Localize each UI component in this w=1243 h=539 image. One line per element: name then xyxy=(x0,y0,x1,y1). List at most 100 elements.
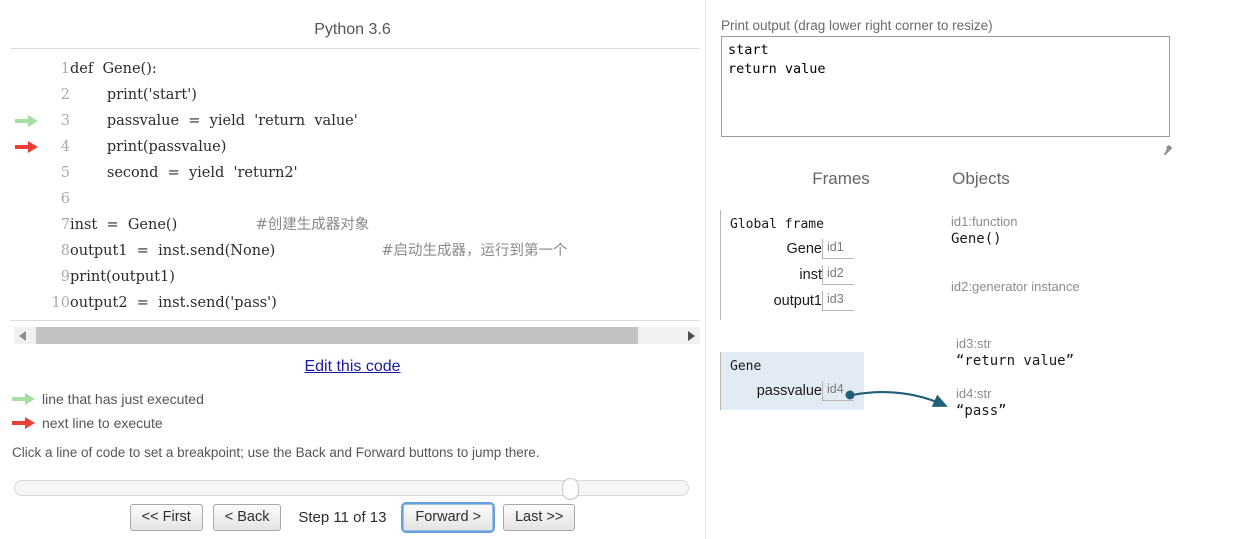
object-type-label: id4:str xyxy=(956,386,992,401)
code-line-number: 6 xyxy=(60,191,70,207)
code-source: inst = Gene() xyxy=(70,217,178,233)
breakpoint-hint: Click a line of code to set a breakpoint… xyxy=(12,445,540,460)
resize-grip-icon[interactable] xyxy=(1161,142,1173,156)
code-line-row[interactable]: 1 def Gene(): xyxy=(10,56,567,82)
red-arrow-icon xyxy=(12,417,36,430)
code-line-arrow-cell xyxy=(10,108,44,134)
code-horizontal-scrollbar[interactable] xyxy=(14,327,700,344)
object-id3: id3:str “return value” xyxy=(956,336,1074,369)
scrollbar-thumb[interactable] xyxy=(36,327,638,344)
object-type-label: id2:generator instance xyxy=(951,279,1080,294)
frame-variable-row: Gene id1 xyxy=(730,236,854,262)
objects-heading: Objects xyxy=(952,169,1010,188)
code-line-text[interactable]: print(passvalue) xyxy=(70,134,567,160)
green-arrow-icon xyxy=(15,115,39,127)
frame-variable-row: inst id2 xyxy=(730,262,854,288)
legend-executed-line: line that has just executed xyxy=(12,388,204,408)
code-line-text[interactable] xyxy=(70,186,567,212)
scroll-left-arrow-icon[interactable] xyxy=(19,331,26,341)
code-line-row[interactable]: 10 output2 = inst.send('pass') xyxy=(10,290,567,316)
code-line-arrow-cell-empty xyxy=(10,212,44,238)
code-table: 1 def Gene(): 2 print('start') 3 passvalue … xyxy=(10,56,567,316)
code-pane: Python 3.6 1 def Gene(): 2 print('start') 3… xyxy=(0,0,705,539)
print-output-box: start return value xyxy=(721,36,1170,137)
code-line-text[interactable]: output2 = inst.send('pass') xyxy=(70,290,567,316)
code-line-row[interactable]: 3 passvalue = yield 'return value' xyxy=(10,108,567,134)
python-tutor-visualizer: Python 3.6 1 def Gene(): 2 print('start') 3… xyxy=(0,0,1243,539)
edit-this-code-link[interactable]: Edit this code xyxy=(304,358,400,375)
code-line-number: 9 xyxy=(60,269,70,285)
object-type-label: id3:str xyxy=(956,336,992,351)
variable-name: inst xyxy=(799,267,822,283)
code-line-row[interactable]: 9 print(output1) xyxy=(10,264,567,290)
code-line-row[interactable]: 5 second = yield 'return2' xyxy=(10,160,567,186)
frame-gene: Gene passvalue id4 xyxy=(720,352,864,410)
code-line-text[interactable]: second = yield 'return2' xyxy=(70,160,567,186)
code-line-row[interactable]: 2 print('start') xyxy=(10,82,567,108)
code-line-arrow-cell-empty xyxy=(10,160,44,186)
code-line-arrow-cell-empty xyxy=(10,264,44,290)
variable-name: output1 xyxy=(773,293,822,309)
variable-value-box: id2 xyxy=(822,265,854,285)
variable-value-cell: id4 xyxy=(822,378,854,404)
object-id1: id1:function Gene() xyxy=(951,214,1018,247)
code-line-number: 10 xyxy=(51,295,70,311)
code-line-number: 2 xyxy=(60,87,70,103)
code-line-text[interactable]: passvalue = yield 'return value' xyxy=(70,108,567,134)
object-value: Gene() xyxy=(951,231,1002,247)
code-source: def Gene(): xyxy=(70,61,157,77)
variable-name: passvalue xyxy=(756,383,822,399)
legend-next-line: next line to execute xyxy=(12,412,163,432)
execution-controls: << First < Back Step 11 of 13 Forward > … xyxy=(0,502,705,533)
code-line-number: 8 xyxy=(60,243,70,259)
red-arrow-icon xyxy=(15,141,39,153)
code-line-row[interactable]: 4 print(passvalue) xyxy=(10,134,567,160)
variable-value-cell: id2 xyxy=(822,262,854,288)
code-source: output2 = inst.send('pass') xyxy=(70,295,277,311)
frame-variables: passvalue id4 xyxy=(730,378,854,404)
code-line-number: 4 xyxy=(60,139,70,155)
slider-track[interactable] xyxy=(14,480,689,496)
slider-handle[interactable] xyxy=(562,478,579,500)
code-comment: #启动生成器，运行到第一个 xyxy=(381,243,568,259)
code-source: passvalue = yield 'return value' xyxy=(70,113,358,129)
code-line-text[interactable]: output1 = inst.send(None) #启动生成器，运行到第一个 xyxy=(70,238,567,264)
code-line-text[interactable]: print('start') xyxy=(70,82,567,108)
scroll-right-arrow-icon[interactable] xyxy=(688,331,695,341)
code-source: print(output1) xyxy=(70,269,175,285)
code-line-text[interactable]: print(output1) xyxy=(70,264,567,290)
code-line-arrow-cell-empty xyxy=(10,82,44,108)
code-line-row[interactable]: 7 inst = Gene() #创建生成器对象 xyxy=(10,212,567,238)
variable-value-box: id1 xyxy=(822,239,854,259)
code-line-number: 3 xyxy=(60,113,70,129)
code-line-text[interactable]: def Gene(): xyxy=(70,56,567,82)
variable-name: Gene xyxy=(786,241,822,257)
frame-variable-row: passvalue id4 xyxy=(730,378,854,404)
frames-heading: Frames xyxy=(812,169,870,188)
code-source: print('start') xyxy=(70,87,197,103)
print-output-label: Print output (drag lower right corner to… xyxy=(721,18,993,33)
code-line-text[interactable]: inst = Gene() #创建生成器对象 xyxy=(70,212,567,238)
object-id4: id4:str “pass” xyxy=(956,386,1007,419)
legend-next-label: next line to execute xyxy=(42,415,163,432)
step-slider[interactable] xyxy=(14,478,689,500)
back-button[interactable]: < Back xyxy=(212,504,282,531)
frame-variables: Gene id1 inst id2 output1 id3 xyxy=(730,236,854,314)
variable-value-box: id3 xyxy=(822,291,854,311)
first-button[interactable]: << First xyxy=(129,504,203,531)
object-id2: id2:generator instance xyxy=(951,279,1080,296)
last-button[interactable]: Last >> xyxy=(502,504,576,531)
code-comment-gap xyxy=(177,217,255,233)
variable-value-cell: id1 xyxy=(822,236,854,262)
code-line-arrow-cell-empty xyxy=(10,56,44,82)
visualization-pane: Print output (drag lower right corner to… xyxy=(706,0,1243,539)
forward-button[interactable]: Forward > xyxy=(401,502,496,533)
code-line-number: 5 xyxy=(60,165,70,181)
code-line-number: 1 xyxy=(60,61,70,77)
code-line-row[interactable]: 6 xyxy=(10,186,567,212)
frame-variable-row: output1 id3 xyxy=(730,288,854,314)
code-bottom-divider xyxy=(10,320,700,321)
code-line-arrow-cell-empty xyxy=(10,290,44,316)
code-source: second = yield 'return2' xyxy=(70,165,298,181)
code-line-row[interactable]: 8 output1 = inst.send(None) #启动生成器，运行到第一个 xyxy=(10,238,568,264)
